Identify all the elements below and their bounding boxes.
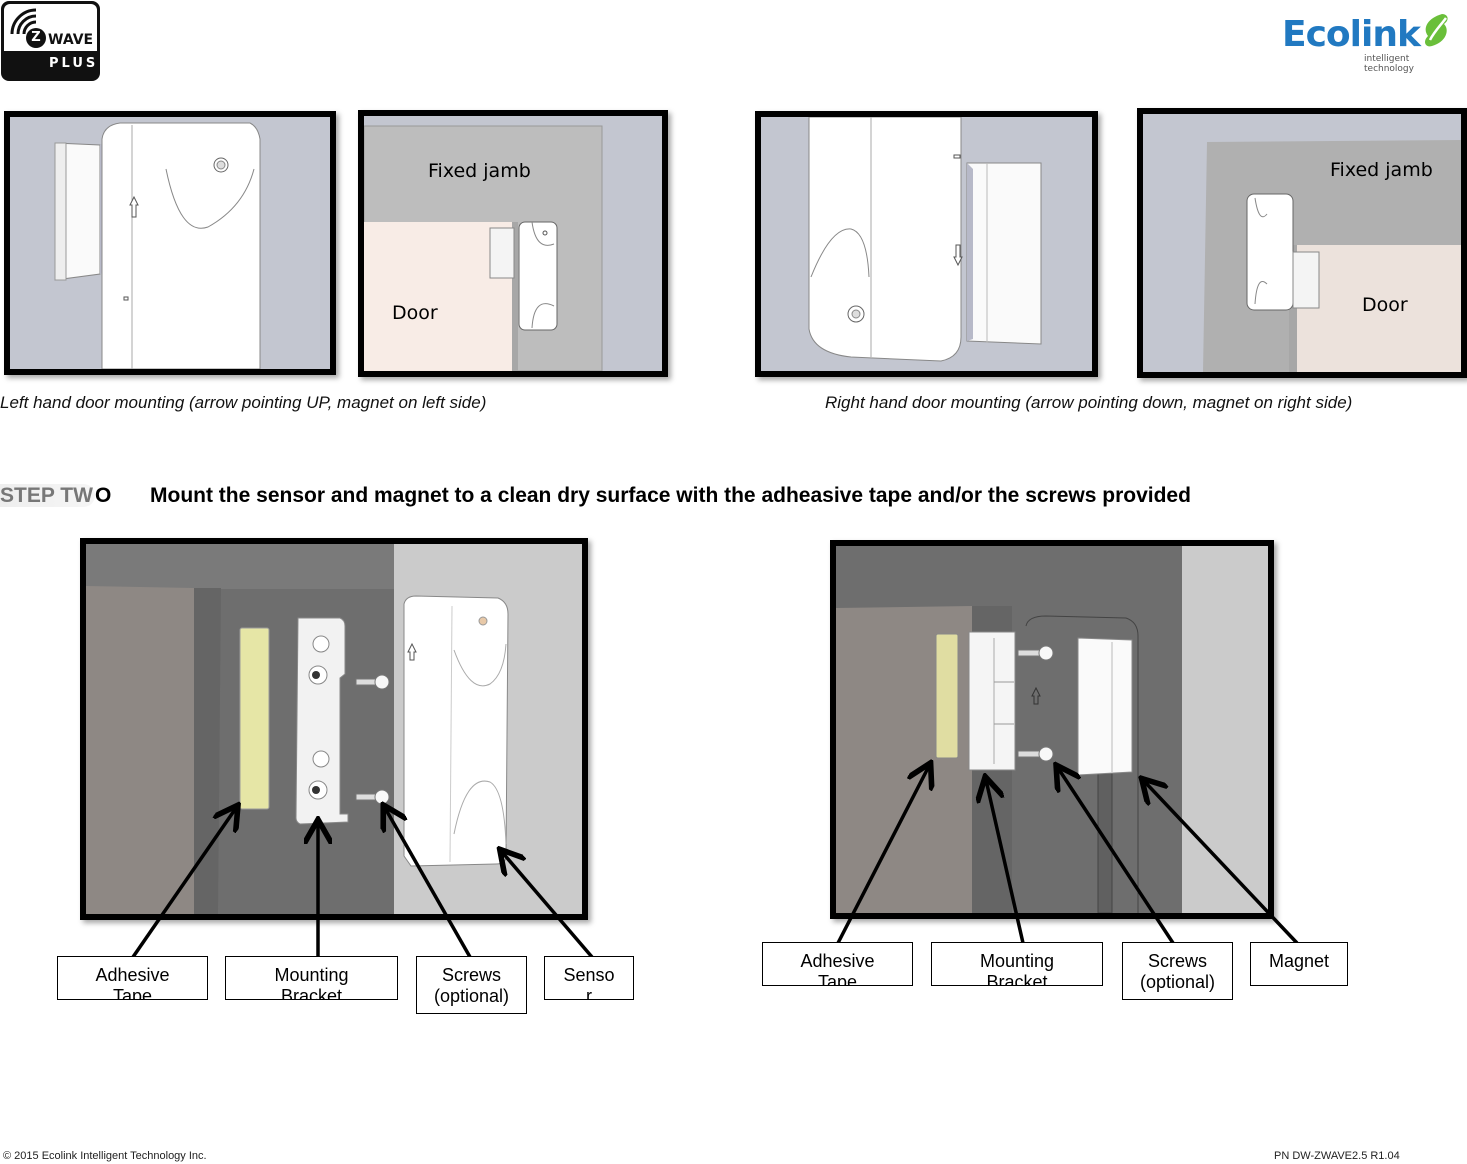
leaf-icon [1425, 14, 1448, 47]
door-label: Door [392, 302, 438, 324]
callout-line1: Screws [441, 965, 501, 985]
fixed-jamb-label: Fixed jamb [428, 160, 531, 182]
right-hand-closeup-image [755, 111, 1098, 377]
footer-copyright: © 2015 Ecolink Intelligent Technology In… [3, 1150, 207, 1162]
callout-line1: Magnet [1268, 951, 1330, 971]
callout-screws: Screws (optional) [416, 956, 527, 1014]
callout-line2: r [586, 986, 592, 1000]
callout-magnet: Magnet [1250, 942, 1348, 986]
right-hand-caption: Right hand door mounting (arrow pointing… [825, 393, 1353, 412]
callout-mounting-bracket: Mounting Bracket [225, 956, 398, 1000]
step-two-title: Mount the sensor and magnet to a clean d… [150, 484, 1191, 507]
left-hand-closeup-image [4, 111, 336, 375]
callout-adhesive-tape: Adhesive Tape [57, 956, 208, 1000]
zwave-logo-top: Z WAVE [4, 4, 97, 51]
zwave-z-badge: Z [26, 28, 46, 48]
callout-mounting-bracket: Mounting Bracket [931, 942, 1103, 986]
zwave-word: WAVE [48, 32, 94, 48]
zwave-plus-logo: Z WAVE PLUS [1, 1, 100, 81]
sensor-mounting-diagram [80, 538, 588, 920]
footer-part-number: PN DW-ZWAVE2.5 R1.04 [1274, 1150, 1400, 1162]
callout-adhesive-tape: Adhesive Tape [762, 942, 913, 986]
zwave-plus-text: PLUS [49, 56, 99, 71]
callout-line1: Mounting [979, 951, 1055, 971]
callout-line2: Bracket [986, 972, 1048, 986]
door-label: Door [1362, 294, 1408, 316]
ecolink-tagline: intelligent technology [1364, 54, 1414, 74]
callout-line1: Mounting [274, 965, 349, 985]
callout-line1: Adhesive [800, 951, 875, 971]
step-two-label-faded: STEP TW [0, 484, 95, 507]
left-hand-door-view-image: Fixed jamb Door [358, 110, 668, 377]
callout-line2: (optional) [1139, 972, 1216, 992]
fixed-jamb-label: Fixed jamb [1330, 159, 1433, 181]
callout-sensor: Senso r [544, 956, 634, 1000]
ecolink-logo: Ecolink intelligent technology [1282, 8, 1462, 78]
callout-line1: Senso [563, 965, 615, 985]
left-hand-caption: Left hand door mounting (arrow pointing … [0, 393, 487, 412]
callout-line2: Tape [112, 986, 153, 1000]
ecolink-wordmark: Ecolink [1282, 14, 1421, 55]
magnet-mounting-diagram [830, 540, 1274, 919]
callout-line2: Tape [817, 972, 858, 986]
step-two-label-tail: O [94, 484, 112, 507]
callout-line2: (optional) [433, 986, 510, 1006]
step-two-label: STEP TWO [0, 484, 111, 508]
right-hand-door-view-image: Fixed jamb Door [1137, 108, 1467, 378]
callout-line2: Bracket [280, 986, 343, 1000]
callout-screws: Screws (optional) [1122, 942, 1233, 1000]
callout-line1: Screws [1147, 951, 1207, 971]
callout-line1: Adhesive [95, 965, 170, 985]
